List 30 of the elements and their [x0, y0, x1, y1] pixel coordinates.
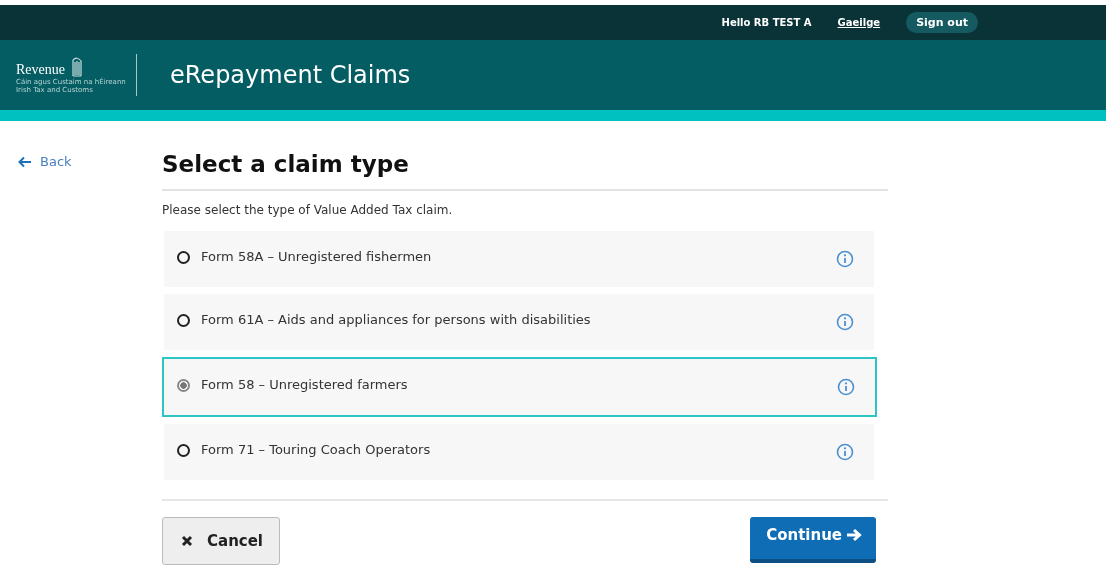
option-label: Form 71 – Touring Coach Operators — [201, 441, 432, 457]
logo-text: Revenue — [16, 62, 65, 78]
cancel-button[interactable]: Cancel — [162, 517, 280, 565]
info-icon[interactable] — [836, 313, 854, 331]
radio-button[interactable] — [177, 443, 190, 457]
harp-icon — [71, 56, 83, 78]
option-label: Form 58A – Unregistered fishermen — [201, 248, 433, 264]
sign-out-button[interactable]: Sign out — [906, 12, 978, 33]
radio-button[interactable] — [177, 378, 190, 392]
page-heading: Select a claim type — [162, 151, 888, 191]
info-icon[interactable] — [836, 250, 854, 268]
option-label: Form 61A – Aids and appliances for persons with disabilities — [201, 311, 592, 327]
arrow-right-icon — [846, 528, 862, 542]
radio-button[interactable] — [177, 313, 190, 327]
back-link[interactable]: Back — [0, 151, 162, 171]
continue-button[interactable]: Continue — [750, 517, 876, 563]
claim-option[interactable]: Form 58A – Unregistered fishermen — [164, 231, 874, 287]
claim-option[interactable]: Form 58 – Unregistered farmers — [162, 357, 877, 417]
close-icon — [181, 535, 193, 547]
option-label: Form 58 – Unregistered farmers — [201, 376, 409, 392]
language-link[interactable]: Gaeilge — [837, 17, 881, 28]
greeting-text: Hello RB TEST A — [721, 17, 812, 28]
intro-text: Please select the type of Value Added Tax claim. — [162, 203, 454, 217]
app-title: eRepayment Claims — [170, 61, 411, 89]
claim-option[interactable]: Form 71 – Touring Coach Operators — [164, 424, 874, 480]
radio-button[interactable] — [177, 250, 190, 264]
arrow-left-icon — [18, 156, 32, 168]
claim-option[interactable]: Form 61A – Aids and appliances for persons with disabilities — [164, 294, 874, 350]
info-icon[interactable] — [837, 378, 855, 396]
info-icon[interactable] — [836, 443, 854, 461]
